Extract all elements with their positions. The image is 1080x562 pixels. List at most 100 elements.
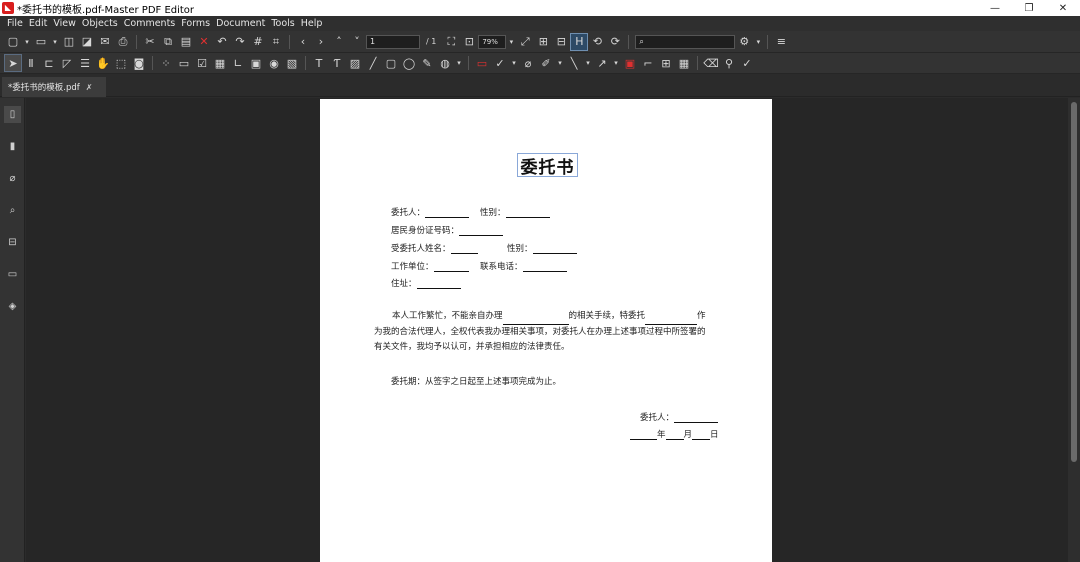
document-title[interactable]: 委托书: [517, 153, 578, 178]
menu-edit[interactable]: Edit: [26, 18, 50, 29]
highlight-dropdown-icon[interactable]: ▾: [555, 54, 565, 72]
image-icon[interactable]: ▨: [346, 54, 364, 72]
checkbox-field-icon[interactable]: ☑: [193, 54, 211, 72]
zoom-tool-icon[interactable]: ⚲: [720, 54, 738, 72]
attachments-panel-icon[interactable]: ⌀: [4, 170, 21, 187]
zoom-level-field[interactable]: 79%: [478, 34, 507, 49]
blank-line[interactable]: [674, 414, 719, 423]
search-dropdown-icon[interactable]: ▾: [753, 33, 763, 51]
layout-icon[interactable]: ▦: [675, 54, 693, 72]
blank-line[interactable]: [425, 209, 470, 218]
page-number-input[interactable]: 1: [366, 34, 420, 49]
close-button[interactable]: ✕: [1046, 0, 1080, 16]
email-icon[interactable]: ✉: [96, 33, 114, 51]
blank-line[interactable]: [502, 316, 569, 325]
highlight-icon[interactable]: ✐: [537, 54, 555, 72]
search-panel-icon[interactable]: ⌕: [4, 202, 21, 219]
text-select-icon[interactable]: ☰: [76, 54, 94, 72]
save-as-icon[interactable]: ◪: [78, 33, 96, 51]
marquee-icon[interactable]: ⬚: [112, 54, 130, 72]
new-dropdown-icon[interactable]: ▾: [22, 33, 32, 51]
search-settings-icon[interactable]: ⚙: [735, 33, 753, 51]
blank-line[interactable]: [645, 316, 698, 325]
line-tool-icon[interactable]: ╱: [364, 54, 382, 72]
fill-tool-icon[interactable]: ◍: [436, 54, 454, 72]
fill-dropdown-icon[interactable]: ▾: [454, 54, 464, 72]
blank-line[interactable]: [630, 431, 657, 440]
sign-icon[interactable]: ✓: [738, 54, 756, 72]
list-field-icon[interactable]: ▦: [211, 54, 229, 72]
stamp-icon[interactable]: ▣: [621, 54, 639, 72]
link-tool-icon[interactable]: ⁘: [157, 54, 175, 72]
blank-line[interactable]: [532, 245, 577, 254]
text-field-icon[interactable]: ∟: [229, 54, 247, 72]
paste-icon[interactable]: ▤: [177, 33, 195, 51]
menu-help[interactable]: Help: [298, 18, 326, 29]
open-dropdown-icon[interactable]: ▾: [50, 33, 60, 51]
restore-button[interactable]: ❐: [1012, 0, 1046, 16]
menu-objects[interactable]: Objects: [79, 18, 121, 29]
snap-grid-icon[interactable]: ⌗: [267, 33, 285, 51]
combo-field-icon[interactable]: ▣: [247, 54, 265, 72]
grid-icon[interactable]: #: [249, 33, 267, 51]
blank-line[interactable]: [665, 431, 684, 440]
attach-icon[interactable]: ⌀: [519, 54, 537, 72]
zoom-dropdown-icon[interactable]: ▾: [506, 33, 516, 51]
arrow-dropdown-icon[interactable]: ▾: [611, 54, 621, 72]
eraser-icon[interactable]: ⌫: [702, 54, 720, 72]
layers-panel-icon[interactable]: ◈: [4, 298, 21, 315]
arrow-line-icon[interactable]: ↗: [593, 54, 611, 72]
blank-line[interactable]: [416, 280, 461, 289]
next-page-icon[interactable]: ›: [312, 33, 330, 51]
open-folder-icon[interactable]: ▭: [32, 33, 50, 51]
check-mark-icon[interactable]: ✓: [491, 54, 509, 72]
blank-line[interactable]: [692, 431, 711, 440]
menu-tools[interactable]: Tools: [268, 18, 297, 29]
fit-width-icon[interactable]: ⤢: [516, 33, 534, 51]
button-field-icon[interactable]: ▭: [175, 54, 193, 72]
save-icon[interactable]: ◫: [60, 33, 78, 51]
callout-icon[interactable]: ⌐: [639, 54, 657, 72]
delete-icon[interactable]: ✕: [195, 33, 213, 51]
pen-dropdown-icon[interactable]: ▾: [583, 54, 593, 72]
blank-line[interactable]: [505, 209, 550, 218]
add-text-icon[interactable]: T: [310, 54, 328, 72]
blank-line[interactable]: [433, 263, 469, 272]
fit-visible-icon[interactable]: ⊞: [534, 33, 552, 51]
tab-close-icon[interactable]: ✗: [86, 83, 93, 92]
blank-line[interactable]: [450, 245, 478, 254]
pen-line-icon[interactable]: ╲: [565, 54, 583, 72]
undo-icon[interactable]: ↶: [213, 33, 231, 51]
last-page-icon[interactable]: ˅: [348, 33, 366, 51]
edit-object-icon[interactable]: ◸: [58, 54, 76, 72]
layers-list-icon[interactable]: ⊟: [4, 234, 21, 251]
menu-view[interactable]: View: [50, 18, 79, 29]
menu-document[interactable]: Document: [213, 18, 268, 29]
rotate-right-icon[interactable]: ⟳: [606, 33, 624, 51]
hand-mode-icon[interactable]: H: [570, 32, 589, 51]
toolbar-overflow-icon[interactable]: ≡: [772, 33, 790, 51]
scrollbar-thumb[interactable]: [1071, 102, 1077, 462]
pages-panel-icon[interactable]: ▯: [4, 106, 21, 123]
menu-forms[interactable]: Forms: [178, 18, 213, 29]
hand-tool-icon[interactable]: ✋: [94, 54, 112, 72]
document-tab[interactable]: *委托书的模板.pdf ✗: [2, 77, 106, 97]
select-arrow-icon[interactable]: ➤: [4, 54, 22, 72]
comment-icon[interactable]: ▭: [473, 54, 491, 72]
blank-line[interactable]: [459, 227, 504, 236]
menu-file[interactable]: File: [4, 18, 26, 29]
radio-field-icon[interactable]: ◉: [265, 54, 283, 72]
print-icon[interactable]: ⎙: [114, 33, 132, 51]
menu-comments[interactable]: Comments: [121, 18, 179, 29]
blank-line[interactable]: [522, 263, 567, 272]
pencil-tool-icon[interactable]: ✎: [418, 54, 436, 72]
edit-text-icon[interactable]: Ⅱ: [22, 54, 40, 72]
measure-icon[interactable]: ⊞: [657, 54, 675, 72]
new-document-icon[interactable]: ▢: [4, 33, 22, 51]
minimize-button[interactable]: —: [978, 0, 1012, 16]
vertical-scrollbar[interactable]: [1068, 98, 1080, 562]
first-page-icon[interactable]: ˄: [330, 33, 348, 51]
cut-icon[interactable]: ✂: [141, 33, 159, 51]
rectangle-tool-icon[interactable]: ▢: [382, 54, 400, 72]
previous-page-icon[interactable]: ‹: [294, 33, 312, 51]
